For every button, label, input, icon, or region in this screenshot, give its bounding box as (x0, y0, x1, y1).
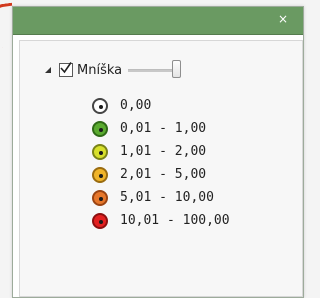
legend-item: 1,01 - 2,00 (92, 140, 230, 163)
close-icon[interactable]: × (275, 11, 291, 27)
layer-tree: Mníška 0,00 0,01 - 1,00 1,01 - 2,00 2,01 - … (19, 40, 303, 297)
legend-symbol-icon (92, 143, 108, 160)
checkmark-icon (60, 62, 72, 74)
legend-item: 5,01 - 10,00 (92, 186, 230, 209)
opacity-slider[interactable] (128, 60, 186, 78)
legend-label: 2,01 - 5,00 (120, 167, 207, 182)
legend-symbol-icon (92, 212, 108, 229)
legend-item: 0,00 (92, 94, 230, 117)
legend: 0,00 0,01 - 1,00 1,01 - 2,00 2,01 - 5,00 5,0… (92, 94, 230, 232)
legend-symbol-icon (92, 166, 108, 183)
expand-collapse-icon[interactable] (45, 67, 51, 73)
legend-label: 0,00 (120, 98, 152, 113)
legend-label: 1,01 - 2,00 (120, 144, 207, 159)
legend-item: 0,01 - 1,00 (92, 117, 230, 140)
legend-item: 2,01 - 5,00 (92, 163, 230, 186)
layers-panel: × Mníška 0,00 0,01 - 1,00 1,01 - 2,00 2,01 … (12, 6, 304, 298)
panel-titlebar: × (13, 7, 303, 35)
legend-label: 5,01 - 10,00 (120, 190, 214, 205)
legend-item: 10,01 - 100,00 (92, 209, 230, 232)
legend-symbol-icon (92, 189, 108, 206)
layer-row-mniska: Mníška (45, 60, 186, 80)
legend-label: 10,01 - 100,00 (120, 213, 230, 228)
legend-symbol-icon (92, 120, 108, 137)
slider-thumb[interactable] (172, 60, 182, 78)
layer-label: Mníška (77, 62, 123, 78)
slider-track (128, 69, 177, 72)
legend-label: 0,01 - 1,00 (120, 121, 207, 136)
legend-symbol-icon (92, 97, 108, 114)
layer-visibility-checkbox[interactable] (59, 62, 73, 77)
